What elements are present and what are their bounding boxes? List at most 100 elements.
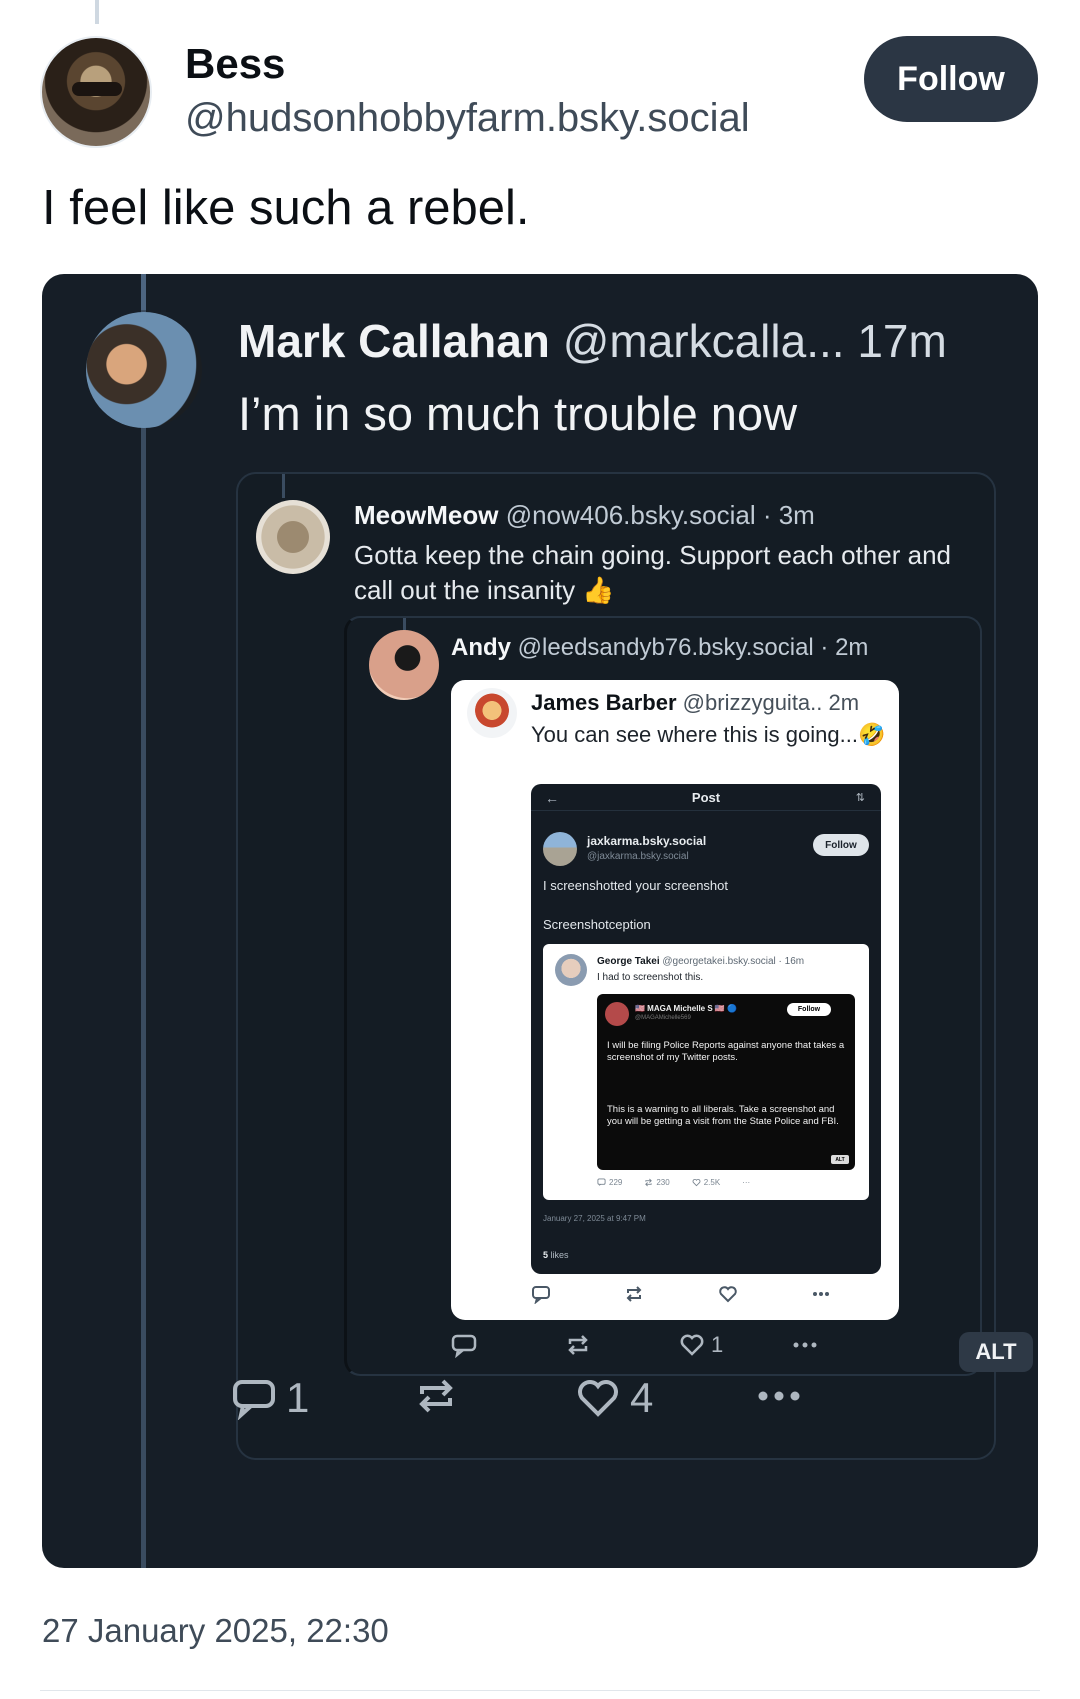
meowmeow-avatar [256,500,330,574]
mc-repost [414,1374,458,1418]
author-display-name[interactable]: Bess [185,40,285,88]
maga-text-1: I will be filing Police Reports against … [607,1040,845,1063]
maga-name: 🇺🇸 MAGA Michelle S 🇺🇸 🔵 [635,1004,738,1013]
andy-like: 1 [679,1332,723,1358]
maga-avatar [605,1002,629,1026]
gt-reposts: 230 [644,1178,670,1187]
quote-andy: Andy @leedsandyb76.bsky.social · 2m Jame… [344,616,1033,1376]
james-barber-text: You can see where this is going...🤣 [531,722,886,747]
repost-icon [568,1335,588,1355]
james-barber-name: James Barber [531,690,677,715]
jaxkarma-date: January 27, 2025 at 9:47 PM [543,1214,646,1223]
more-icon [812,1292,829,1296]
mark-callahan-header: Mark Callahan @markcalla... 17m [238,314,947,368]
jaxkarma-handle: @jaxkarma.bsky.social [587,851,689,862]
meowmeow-text: Gotta keep the chain going. Support each… [354,540,951,605]
reply-icon [532,1286,550,1304]
jaxkarma-avatar [543,832,577,866]
mc-like: 4 [576,1374,653,1422]
post-text: I feel like such a rebel. [42,181,530,235]
george-takei-post: George Takei @georgetakei.bsky.social · … [543,944,869,1200]
more-icon [758,1391,800,1401]
like-icon [578,1380,618,1417]
maga-follow-button: Follow [787,1003,831,1016]
author-avatar[interactable] [40,36,152,148]
george-takei-avatar [555,954,587,986]
meowmeow-name: MeowMeow [354,500,499,530]
andy-more [791,1332,819,1358]
andy-reply [451,1332,477,1358]
andy-avatar [369,630,439,700]
jaxkarma-post-screenshot: ← Post ⇅ jaxkarma.bsky.social @jaxkarma.… [531,784,881,1274]
options-icon: ⇅ [855,792,865,804]
james-barber-actions [531,1284,831,1304]
reply-icon [597,1178,606,1187]
gt-replies: 229 [597,1178,622,1187]
post-view-title: Post [691,790,721,805]
jaxkarma-likes-word: likes [550,1250,569,1260]
mc-reply-count: 1 [286,1374,310,1421]
thread-connector [95,0,99,24]
maga-alt-badge: ALT [831,1155,849,1164]
author-handle[interactable]: @hudsonhobbyfarm.bsky.social [185,96,750,141]
more-icon [793,1342,817,1348]
mark-callahan-actions: 1 4 [42,1374,1038,1434]
andy-like-count: 1 [711,1332,724,1357]
andy-actions: 1 ALT [451,1332,1033,1372]
gt-likes-count: 2.5K [703,1178,721,1187]
jaxkarma-name: jaxkarma.bsky.social [587,834,707,848]
mark-callahan-text: I’m in so much trouble now [238,387,798,440]
thread-line [282,474,285,498]
embedded-screenshot[interactable]: Mark Callahan @markcalla... 17m I’m in s… [42,274,1038,1568]
alt-badge: ALT [959,1332,1033,1372]
reply-icon [233,1380,275,1420]
jaxkarma-follow-button: Follow [813,834,869,856]
repost-icon [419,1379,453,1413]
divider [531,810,881,811]
like-icon [692,1179,701,1187]
andy-repost [565,1332,591,1358]
thread-line-top [141,274,146,310]
george-takei-name: George Takei [597,956,660,967]
james-barber-avatar [467,688,517,738]
andy-header: Andy @leedsandyb76.bsky.social · 2m [451,634,868,662]
mc-reply: 1 [232,1374,309,1422]
mark-callahan-avatar [86,312,202,428]
reply-icon [451,1334,477,1358]
like-icon [680,1334,704,1356]
george-takei-meta: @georgetakei.bsky.social · 16m [662,956,805,967]
jaxkarma-text-1: I screenshotted your screenshot [543,878,728,893]
mark-callahan-name: Mark Callahan [238,315,550,367]
follow-button[interactable]: Follow [864,36,1038,122]
gt-likes: 2.5K [692,1178,720,1187]
mc-more [754,1374,804,1418]
andy-name: Andy [451,634,511,661]
jaxkarma-text-2: Screenshotception [543,917,651,932]
mc-like-count: 4 [630,1374,654,1421]
jaxkarma-likes-count: 5 [543,1250,549,1260]
james-barber-post: James Barber @brizzyguita.. 2m You can s… [451,680,899,1320]
andy-meta: @leedsandyb76.bsky.social · 2m [517,634,869,661]
gt-replies-count: 229 [609,1178,623,1187]
divider [40,1690,1040,1691]
james-barber-meta: @brizzyguita.. 2m [682,690,860,715]
more-icon: ··· [742,1178,751,1187]
gt-reposts-count: 230 [656,1178,670,1187]
george-takei-text: I had to screenshot this. [597,972,704,983]
jaxkarma-likes: 5 likes [543,1250,569,1260]
mark-callahan-meta: @markcalla... 17m [562,315,947,367]
meowmeow-meta: @now406.bsky.social · 3m [505,500,815,530]
repost-icon [645,1178,653,1187]
meowmeow-header: MeowMeow @now406.bsky.social · 3m [354,500,815,531]
quote-meowmeow: MeowMeow @now406.bsky.social · 3m Gotta … [236,472,1033,1460]
maga-handle: @MAGAMichelle569 [635,1015,691,1021]
james-barber-header: James Barber @brizzyguita.. 2m [531,690,859,716]
george-takei-header: George Takei @georgetakei.bsky.social · … [597,956,804,967]
george-takei-actions: 229 230 2.5K ··· [597,1178,807,1187]
maga-tweet-screenshot: 🇺🇸 MAGA Michelle S 🇺🇸 🔵 @MAGAMichelle569… [597,994,855,1170]
maga-text-2: This is a warning to all liberals. Take … [607,1104,839,1127]
post-timestamp: 27 January 2025, 22:30 [42,1612,389,1649]
like-icon [718,1286,737,1303]
repost-icon [626,1286,642,1302]
avatar-detail [72,82,122,96]
